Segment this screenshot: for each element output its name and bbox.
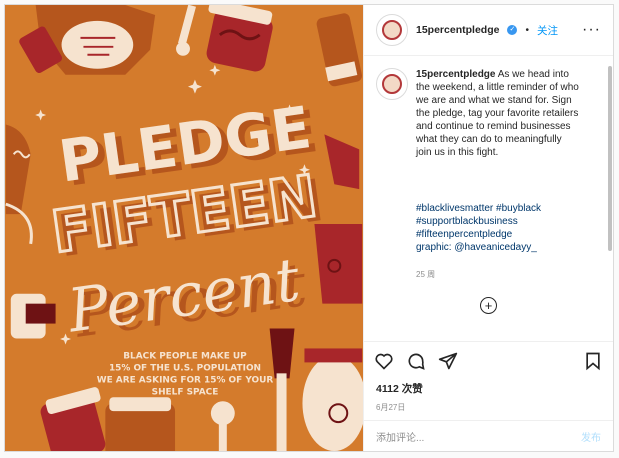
load-more-comments: +	[376, 297, 601, 314]
pledge-artwork: PLEDGE PLEDGE FIFTEEN FIFTEEN Percent Pe…	[5, 5, 363, 451]
jar-illustration	[206, 5, 273, 72]
post-date[interactable]: 6月27日	[364, 396, 613, 421]
credit-link[interactable]: graphic: @haveanicedayy_	[416, 241, 579, 254]
caption-line: we are and what we stand for. Sign	[416, 95, 572, 106]
username[interactable]: 15percentpledge	[416, 24, 499, 36]
hashtag-link[interactable]: #blacklivesmatter #buyblack	[416, 202, 579, 215]
more-options-icon[interactable]: ···	[582, 21, 601, 39]
hashtag-link[interactable]: #supportblackbusiness	[416, 215, 579, 228]
verified-badge-icon: ✓	[507, 25, 518, 35]
post-container: PLEDGE PLEDGE FIFTEEN FIFTEEN Percent Pe…	[4, 4, 614, 452]
load-more-button[interactable]: +	[480, 297, 497, 314]
caption-time[interactable]: 25 周	[416, 268, 579, 281]
caption-line: As we head into	[497, 69, 569, 80]
action-bar	[364, 341, 613, 380]
hashtags: #blacklivesmatter #buyblack #supportblac…	[416, 202, 579, 254]
subtext-line1: BLACK PEOPLE MAKE UP	[123, 351, 247, 361]
bookmark-icon[interactable]	[583, 351, 603, 371]
post-image[interactable]: PLEDGE PLEDGE FIFTEEN FIFTEEN Percent Pe…	[5, 5, 363, 451]
send-icon[interactable]	[438, 351, 458, 371]
compact-illustration	[19, 5, 156, 75]
comment-input[interactable]: 添加评论...	[376, 429, 424, 444]
subtext-line2: 15% OF THE U.S. POPULATION	[109, 363, 261, 373]
avatar[interactable]	[376, 14, 408, 46]
post-header: 15percentpledge ✓ • 关注 ···	[364, 5, 613, 56]
caption-text: 15percentpledge As we head into the week…	[416, 68, 579, 281]
comments-section: 15percentpledge As we head into the week…	[364, 56, 613, 341]
heart-icon[interactable]	[374, 351, 394, 371]
scrollbar[interactable]	[608, 66, 612, 251]
separator-dot: •	[525, 24, 529, 36]
caption-line: the weekend, a little reminder of who	[416, 82, 579, 93]
post-sidebar: 15percentpledge ✓ • 关注 ··· 15percentpled…	[363, 5, 613, 451]
caption: 15percentpledge As we head into the week…	[376, 68, 601, 281]
caption-line: the pledge, tag your favorite retailers	[416, 108, 579, 119]
caption-line: and continue to remind businesses	[416, 121, 571, 132]
comment-form: 添加评论... 发布	[364, 421, 613, 451]
post-comment-button[interactable]: 发布	[581, 429, 601, 444]
caption-username[interactable]: 15percentpledge	[416, 69, 495, 80]
caption-line: join us in this fight.	[416, 147, 499, 158]
subtext-line4: SHELF SPACE	[152, 387, 219, 397]
subtext-line3: WE ARE ASKING FOR 15% OF YOUR	[97, 375, 274, 385]
caption-avatar[interactable]	[376, 68, 408, 100]
follow-button[interactable]: 关注	[537, 23, 558, 38]
comment-icon[interactable]	[406, 351, 426, 371]
hashtag-link[interactable]: #fifteenpercentpledge	[416, 228, 579, 241]
caption-line: what they can do to meaningfully	[416, 134, 562, 145]
likes-count[interactable]: 4112 次赞	[364, 381, 613, 396]
